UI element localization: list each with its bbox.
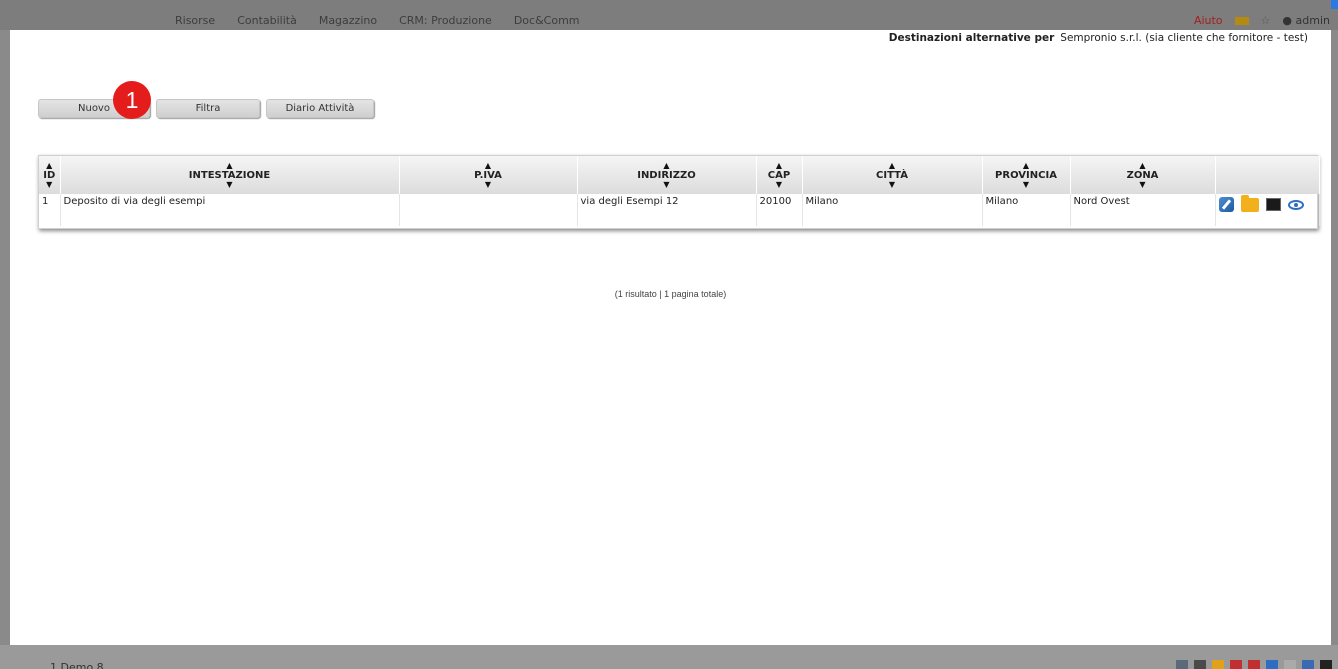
- sort-up-icon[interactable]: ▲: [578, 161, 756, 170]
- terminal-icon[interactable]: [1265, 198, 1281, 211]
- message-icon[interactable]: [1234, 16, 1249, 25]
- step-badge: 1: [113, 81, 151, 119]
- bottom-icons: [1176, 660, 1332, 669]
- col-header-piva[interactable]: ▲ P.IVA ▼: [399, 156, 578, 194]
- col-header-zona[interactable]: ▲ ZONA ▼: [1070, 156, 1216, 194]
- sort-down-icon[interactable]: ▼: [983, 180, 1070, 189]
- menu-item-contabilita[interactable]: Contabilità: [237, 14, 297, 27]
- user-menu[interactable]: ● admin: [1282, 14, 1330, 27]
- col-header-citta[interactable]: ▲ CITTÀ ▼: [802, 156, 983, 194]
- doc-icon[interactable]: [1284, 660, 1296, 669]
- folder-icon[interactable]: [1240, 194, 1259, 212]
- sort-up-icon[interactable]: ▲: [39, 161, 60, 170]
- cell-cap: 20100: [756, 194, 803, 214]
- col-header-intestazione[interactable]: ▲ INTESTAZIONE ▼: [60, 156, 400, 194]
- menu-item-magazzino[interactable]: Magazzino: [319, 14, 377, 27]
- app-topbar: Risorse Contabilità Magazzino CRM: Produ…: [0, 0, 1338, 30]
- sort-down-icon[interactable]: ▼: [1071, 180, 1215, 189]
- sort-up-icon[interactable]: ▲: [757, 161, 802, 170]
- filter-button[interactable]: Filtra: [156, 99, 260, 118]
- sort-down-icon[interactable]: ▼: [578, 180, 756, 189]
- terminal-icon[interactable]: [1320, 660, 1332, 669]
- app-topbar-right: Aiuto ☆ ● admin: [1194, 14, 1330, 27]
- row-actions: [1218, 194, 1316, 212]
- cell-intestazione: Deposito di via degli esempi: [60, 194, 400, 214]
- user-name: admin: [1295, 14, 1330, 27]
- app-bottombar: [0, 645, 1338, 669]
- mail-icon[interactable]: [1248, 660, 1260, 669]
- cell-id: 1: [39, 194, 61, 214]
- sort-down-icon[interactable]: ▼: [803, 180, 982, 189]
- home-icon[interactable]: [1176, 660, 1188, 669]
- table-header: ▲ ID ▼ ▲ INTESTAZIONE ▼ ▲ P.IVA ▼ ▲ INDIRIZZO ▼ …: [39, 156, 1320, 194]
- sort-down-icon[interactable]: ▼: [757, 180, 802, 189]
- cell-zona: Nord Ovest: [1070, 194, 1216, 214]
- activity-diary-button[interactable]: Diario Attività: [266, 99, 374, 118]
- col-header-id[interactable]: ▲ ID ▼: [39, 156, 61, 194]
- dialog-title: Destinazioni alternative per Sempronio s.…: [889, 32, 1308, 44]
- destinations-table: ▲ ID ▼ ▲ INTESTAZIONE ▼ ▲ P.IVA ▼ ▲ INDIRIZZO ▼ …: [38, 155, 1320, 229]
- col-header-provincia[interactable]: ▲ PROVINCIA ▼: [982, 156, 1071, 194]
- table-spacer-row: [39, 214, 1320, 226]
- dialog-window: Destinazioni alternative per Sempronio s.…: [10, 30, 1331, 645]
- back-icon[interactable]: [1194, 660, 1206, 669]
- app-menu: Risorse Contabilità Magazzino CRM: Produ…: [175, 14, 580, 27]
- sort-down-icon[interactable]: ▼: [61, 180, 399, 189]
- result-summary: (1 risultato | 1 pagina totale): [614, 289, 727, 299]
- backdrop-left: [0, 30, 10, 645]
- sort-up-icon[interactable]: ▲: [983, 161, 1070, 170]
- help-link[interactable]: Aiuto: [1194, 14, 1223, 27]
- print-icon[interactable]: [1302, 660, 1314, 669]
- dialog-title-label: Destinazioni alternative per: [888, 32, 1055, 44]
- sort-down-icon[interactable]: ▼: [39, 180, 60, 189]
- backdrop-right: [1331, 30, 1338, 645]
- sort-up-icon[interactable]: ▲: [1071, 161, 1215, 170]
- user-icon[interactable]: [1266, 660, 1278, 669]
- menu-item-crm[interactable]: CRM: Produzione: [399, 14, 492, 27]
- folder-icon[interactable]: [1212, 660, 1224, 669]
- col-header-cap[interactable]: ▲ CAP ▼: [756, 156, 803, 194]
- menu-item-risorse[interactable]: Risorse: [175, 14, 215, 27]
- sort-up-icon[interactable]: ▲: [803, 161, 982, 170]
- star-icon[interactable]: ☆: [1261, 14, 1271, 27]
- pencil-edit-icon[interactable]: [1218, 197, 1234, 212]
- toolbar: Nuovo Filtra Diario Attività: [38, 99, 374, 118]
- col-header-indirizzo[interactable]: ▲ INDIRIZZO ▼: [577, 156, 757, 194]
- col-header-actions: [1215, 156, 1320, 194]
- cell-provincia: Milano: [982, 194, 1071, 214]
- table-row[interactable]: 1 Deposito di via degli esempi via degli…: [39, 194, 1320, 214]
- percent-icon[interactable]: [1230, 660, 1242, 669]
- dialog-title-value: Sempronio s.r.l. (sia cliente che fornit…: [1060, 32, 1308, 44]
- menu-item-doccomm[interactable]: Doc&Comm: [514, 14, 580, 27]
- sort-up-icon[interactable]: ▲: [400, 161, 577, 170]
- cell-piva: [399, 194, 578, 214]
- eye-icon[interactable]: [1287, 199, 1304, 210]
- sort-down-icon[interactable]: ▼: [400, 180, 577, 189]
- cell-actions: [1215, 194, 1320, 214]
- corner-badge-icon: [1331, 0, 1338, 9]
- sort-up-icon[interactable]: ▲: [61, 161, 399, 170]
- cell-indirizzo: via degli Esempi 12: [577, 194, 757, 214]
- bottom-status: 1 Demo 8: [50, 661, 104, 669]
- cell-citta: Milano: [802, 194, 983, 214]
